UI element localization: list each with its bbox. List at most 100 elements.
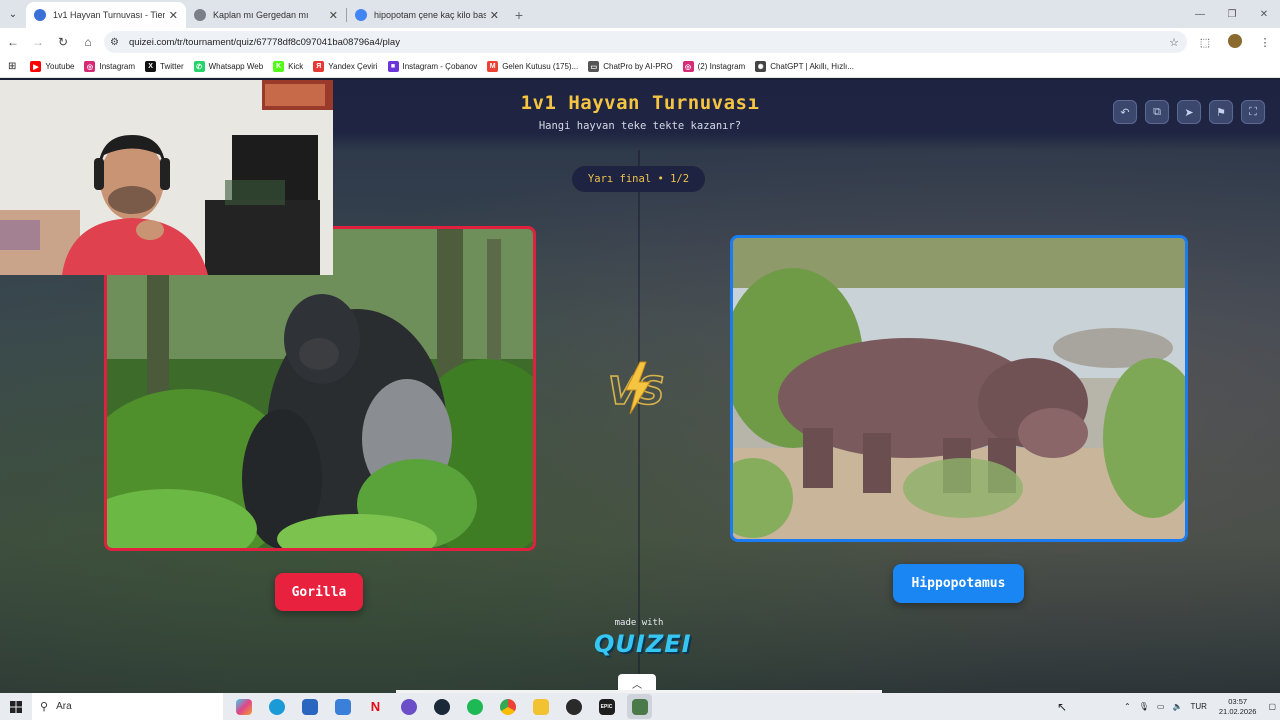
close-tab-icon[interactable]: ✕ xyxy=(169,9,178,22)
choose-gorilla-button[interactable]: Gorilla xyxy=(275,573,363,611)
bookmark-favicon-icon: ▭ xyxy=(588,61,600,72)
tab-hipopotam[interactable]: hipopotam çene kaç kilo basıyo ✕ xyxy=(347,2,507,28)
site-info-icon[interactable]: ⚙ xyxy=(110,37,126,48)
bookmark-favicon-icon: ◎ xyxy=(84,61,96,72)
gorilla-image xyxy=(107,229,533,548)
extensions-icon[interactable]: ⬚ xyxy=(1190,36,1220,49)
bookmark-item[interactable]: ▭ ChatPro by AI-PRO xyxy=(588,61,673,72)
search-icon: ⚲ xyxy=(40,701,49,713)
bookmark-favicon-icon: Я xyxy=(313,61,325,72)
taskbar-search-input[interactable]: ⚲ Ara xyxy=(32,693,223,720)
bookmark-item[interactable]: ✺ ChatGPT | Akıllı, Hızlı... xyxy=(755,61,854,72)
bookmark-item[interactable]: Я Yandex Çeviri xyxy=(313,61,378,72)
profile-avatar[interactable] xyxy=(1220,33,1250,51)
bookmark-label: Instagram xyxy=(99,62,136,71)
edge-icon[interactable] xyxy=(264,694,289,719)
hippopotamus-card[interactable] xyxy=(730,235,1188,542)
bookmark-label: ChatPro by AI-PRO xyxy=(603,62,673,71)
minimize-icon[interactable]: — xyxy=(1184,0,1216,28)
windows-start-icon[interactable] xyxy=(0,693,32,720)
bookmark-favicon-icon: ✆ xyxy=(193,61,205,72)
apps-icon[interactable]: ⊞ xyxy=(8,61,16,72)
tab-favicon-icon xyxy=(34,9,46,21)
mouse-cursor-icon: ↖ xyxy=(1057,700,1068,714)
tab-kaplan[interactable]: Kaplan mı Gergedan mı ✕ xyxy=(186,2,346,28)
steam-icon[interactable] xyxy=(429,694,454,719)
language-indicator[interactable]: TUR xyxy=(1190,702,1206,711)
close-tab-icon[interactable]: ✕ xyxy=(490,9,499,22)
url-text[interactable]: quizei.com/tr/tournament/quiz/67778df8c0… xyxy=(129,37,400,48)
center-divider xyxy=(638,150,640,693)
bookmark-label: Youtube xyxy=(45,62,75,71)
active-app-icon[interactable] xyxy=(627,694,652,719)
bookmark-label: (2) Instagram xyxy=(697,62,746,71)
chevron-up-tray-icon[interactable]: ⌃ xyxy=(1124,702,1131,711)
tab-title: hipopotam çene kaç kilo basıyo xyxy=(374,10,486,20)
bookmark-item[interactable]: M Gelen Kutusu (175)... xyxy=(487,61,578,72)
chrome-icon[interactable] xyxy=(495,694,520,719)
bookmark-item[interactable]: ◎ Instagram xyxy=(84,61,135,72)
window-controls: — ❐ ✕ xyxy=(1184,0,1280,28)
undo-icon[interactable]: ↶ xyxy=(1113,100,1137,124)
menu-icon[interactable]: ⋮ xyxy=(1250,36,1280,49)
copilot-icon[interactable] xyxy=(231,694,256,719)
bookmark-item[interactable]: ✆ Whatsapp Web xyxy=(193,61,264,72)
flag-icon[interactable]: ⚑ xyxy=(1209,100,1233,124)
send-icon[interactable]: ➤ xyxy=(1177,100,1201,124)
notifications-icon[interactable]: ▢ xyxy=(1268,702,1276,711)
address-bar[interactable]: ⚙ quizei.com/tr/tournament/quiz/67778df8… xyxy=(104,31,1187,53)
home-icon[interactable]: ⌂ xyxy=(76,30,100,54)
bookmark-star-icon[interactable]: ☆ xyxy=(1169,36,1179,49)
choose-hippopotamus-button[interactable]: Hippopotamus xyxy=(893,564,1024,603)
spotify-icon[interactable] xyxy=(462,694,487,719)
bookmark-label: Yandex Çeviri xyxy=(328,62,378,71)
bookmark-label: Instagram - Çobanov xyxy=(402,62,478,71)
netflix-icon[interactable]: N xyxy=(363,694,388,719)
tab-title: 1v1 Hayvan Turnuvası - Tier Lis xyxy=(53,10,165,20)
back-icon[interactable]: ← xyxy=(1,30,25,54)
share-icon[interactable]: ⧉ xyxy=(1145,100,1169,124)
reload-icon[interactable]: ↻ xyxy=(51,30,75,54)
epic-games-icon[interactable]: EPIC xyxy=(594,694,619,719)
tab-tournament[interactable]: 1v1 Hayvan Turnuvası - Tier Lis ✕ xyxy=(26,2,186,28)
system-tray: ⌃ 🎙 ▭ 🔈 TUR 03:57 21.02.2026 ▢ xyxy=(1120,693,1280,720)
bookmark-item[interactable]: K Kick xyxy=(273,61,303,72)
bookmark-item[interactable]: ■ Instagram - Çobanov xyxy=(387,61,478,72)
bookmark-label: Whatsapp Web xyxy=(208,62,264,71)
bookmark-item[interactable]: X Twitter xyxy=(145,61,184,72)
mail-icon[interactable] xyxy=(330,694,355,719)
bookmark-favicon-icon: M xyxy=(487,61,499,72)
bookmark-favicon-icon: ◎ xyxy=(682,61,694,72)
network-icon[interactable]: ▭ xyxy=(1157,702,1165,711)
page-toolbar: ↶ ⧉ ➤ ⚑ ⛶ xyxy=(1113,100,1265,124)
store-icon[interactable] xyxy=(297,694,322,719)
fullscreen-icon[interactable]: ⛶ xyxy=(1241,100,1265,124)
bookmarks-bar: ⊞ ▶ Youtube ◎ Instagram X Twitter ✆ Whatsapp We… xyxy=(0,56,1280,78)
bookmark-item[interactable]: ◎ (2) Instagram xyxy=(682,61,746,72)
tab-bar: ⌄ 1v1 Hayvan Turnuvası - Tier Lis ✕ Kapl… xyxy=(0,0,1280,28)
bookmark-label: ChatGPT | Akıllı, Hızlı... xyxy=(770,62,854,71)
clock[interactable]: 03:57 21.02.2026 xyxy=(1219,697,1257,717)
made-with-label: made with xyxy=(614,618,664,628)
taskbar: ⚲ Ara N EPIC ⌃ 🎙 ▭ 🔈 TUR 03:57 21.02.202… xyxy=(0,693,1280,720)
bookmark-favicon-icon: ✺ xyxy=(755,61,767,72)
volume-icon[interactable]: 🔈 xyxy=(1172,702,1182,711)
search-placeholder: Ara xyxy=(56,701,72,712)
round-badge: Yarı final • 1/2 xyxy=(572,166,705,192)
taskbar-apps: N EPIC xyxy=(231,694,660,719)
file-explorer-icon[interactable] xyxy=(528,694,553,719)
obs-icon[interactable] xyxy=(561,694,586,719)
new-tab-button[interactable]: + xyxy=(507,2,531,28)
close-tab-icon[interactable]: ✕ xyxy=(329,9,338,22)
microphone-icon[interactable]: 🎙 xyxy=(1139,702,1149,711)
quizei-logo[interactable]: QUIZEI xyxy=(594,630,691,658)
tab-search-icon[interactable]: ⌄ xyxy=(0,0,26,28)
bookmark-item[interactable]: ▶ Youtube xyxy=(30,61,74,72)
webcam-overlay xyxy=(0,80,333,275)
restore-icon[interactable]: ❐ xyxy=(1216,0,1248,28)
forward-icon[interactable]: → xyxy=(26,30,50,54)
close-window-icon[interactable]: ✕ xyxy=(1248,0,1280,28)
chat-app-icon[interactable] xyxy=(396,694,421,719)
bookmark-favicon-icon: X xyxy=(145,61,157,72)
hippopotamus-image xyxy=(733,238,1185,539)
